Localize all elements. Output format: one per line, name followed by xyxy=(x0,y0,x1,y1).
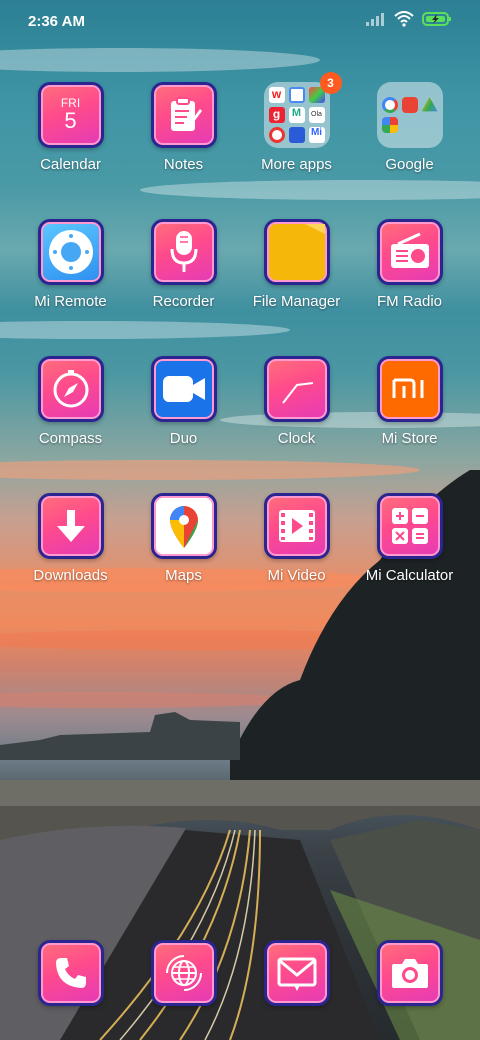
dock-browser[interactable] xyxy=(127,940,240,1010)
folder-google[interactable]: Google xyxy=(353,82,466,202)
camera-icon xyxy=(376,940,443,1006)
app-label: Clock xyxy=(277,430,316,447)
notes-icon xyxy=(150,82,217,148)
folder-icon xyxy=(376,82,443,148)
mi-logo-icon xyxy=(376,356,443,422)
calendar-icon: FRI 5 xyxy=(37,82,104,148)
app-duo[interactable]: Duo xyxy=(127,356,240,476)
app-label: Maps xyxy=(165,567,202,584)
app-mi-video[interactable]: Mi Video xyxy=(240,493,353,613)
app-label: Compass xyxy=(38,430,103,447)
maps-pin-icon xyxy=(150,493,217,559)
film-play-icon xyxy=(263,493,330,559)
browser-globe-icon xyxy=(150,940,217,1006)
app-label: Downloads xyxy=(33,567,108,584)
radio-icon xyxy=(376,219,443,285)
app-calendar[interactable]: FRI 5 Calendar xyxy=(14,82,127,202)
dock-phone[interactable] xyxy=(14,940,127,1010)
phone-icon xyxy=(37,940,104,1006)
app-label: More apps xyxy=(261,156,332,173)
clock-icon xyxy=(263,356,330,422)
app-label: Duo xyxy=(169,430,198,447)
status-bar: 2:36 AM xyxy=(0,0,480,42)
app-mi-store[interactable]: Mi Store xyxy=(353,356,466,476)
calculator-icon xyxy=(376,493,443,559)
folder-more-apps[interactable]: w g M Ola Mi 3 More apps xyxy=(240,72,353,202)
app-file-manager[interactable]: File Manager xyxy=(240,219,353,339)
calendar-date: 5 xyxy=(64,108,77,133)
app-label: Google xyxy=(385,156,434,173)
app-label: Notes xyxy=(163,156,204,173)
app-mi-remote[interactable]: Mi Remote xyxy=(14,219,127,339)
app-label: FM Radio xyxy=(376,293,443,310)
app-fm-radio[interactable]: FM Radio xyxy=(353,219,466,339)
app-label: Mi Calculator xyxy=(365,567,454,584)
app-maps[interactable]: Maps xyxy=(127,493,240,613)
app-label: Mi Store xyxy=(381,430,438,447)
app-clock[interactable]: Clock xyxy=(240,356,353,476)
signal-icon xyxy=(366,12,386,31)
app-label: Mi Remote xyxy=(34,293,107,310)
compass-icon xyxy=(37,356,104,422)
file-folder-icon xyxy=(263,219,330,285)
app-recorder[interactable]: Recorder xyxy=(127,219,240,339)
messages-icon xyxy=(263,940,330,1006)
folder-icon: w g M Ola Mi 3 xyxy=(263,72,342,148)
wifi-icon xyxy=(394,10,414,32)
app-mi-calculator[interactable]: Mi Calculator xyxy=(353,493,466,613)
notification-badge: 3 xyxy=(319,72,342,94)
dock-camera[interactable] xyxy=(353,940,466,1010)
app-label: Calendar xyxy=(40,156,101,173)
battery-charging-icon xyxy=(422,11,452,32)
app-label: File Manager xyxy=(252,293,341,310)
app-label: Mi Video xyxy=(267,567,326,584)
microphone-icon xyxy=(150,219,217,285)
video-camera-icon xyxy=(150,356,217,422)
dock-messages[interactable] xyxy=(240,940,353,1010)
app-notes[interactable]: Notes xyxy=(127,82,240,202)
app-compass[interactable]: Compass xyxy=(14,356,127,476)
app-label: Recorder xyxy=(152,293,215,310)
status-time: 2:36 AM xyxy=(28,12,85,30)
app-downloads[interactable]: Downloads xyxy=(14,493,127,613)
remote-icon xyxy=(37,219,104,285)
download-arrow-icon xyxy=(37,493,104,559)
